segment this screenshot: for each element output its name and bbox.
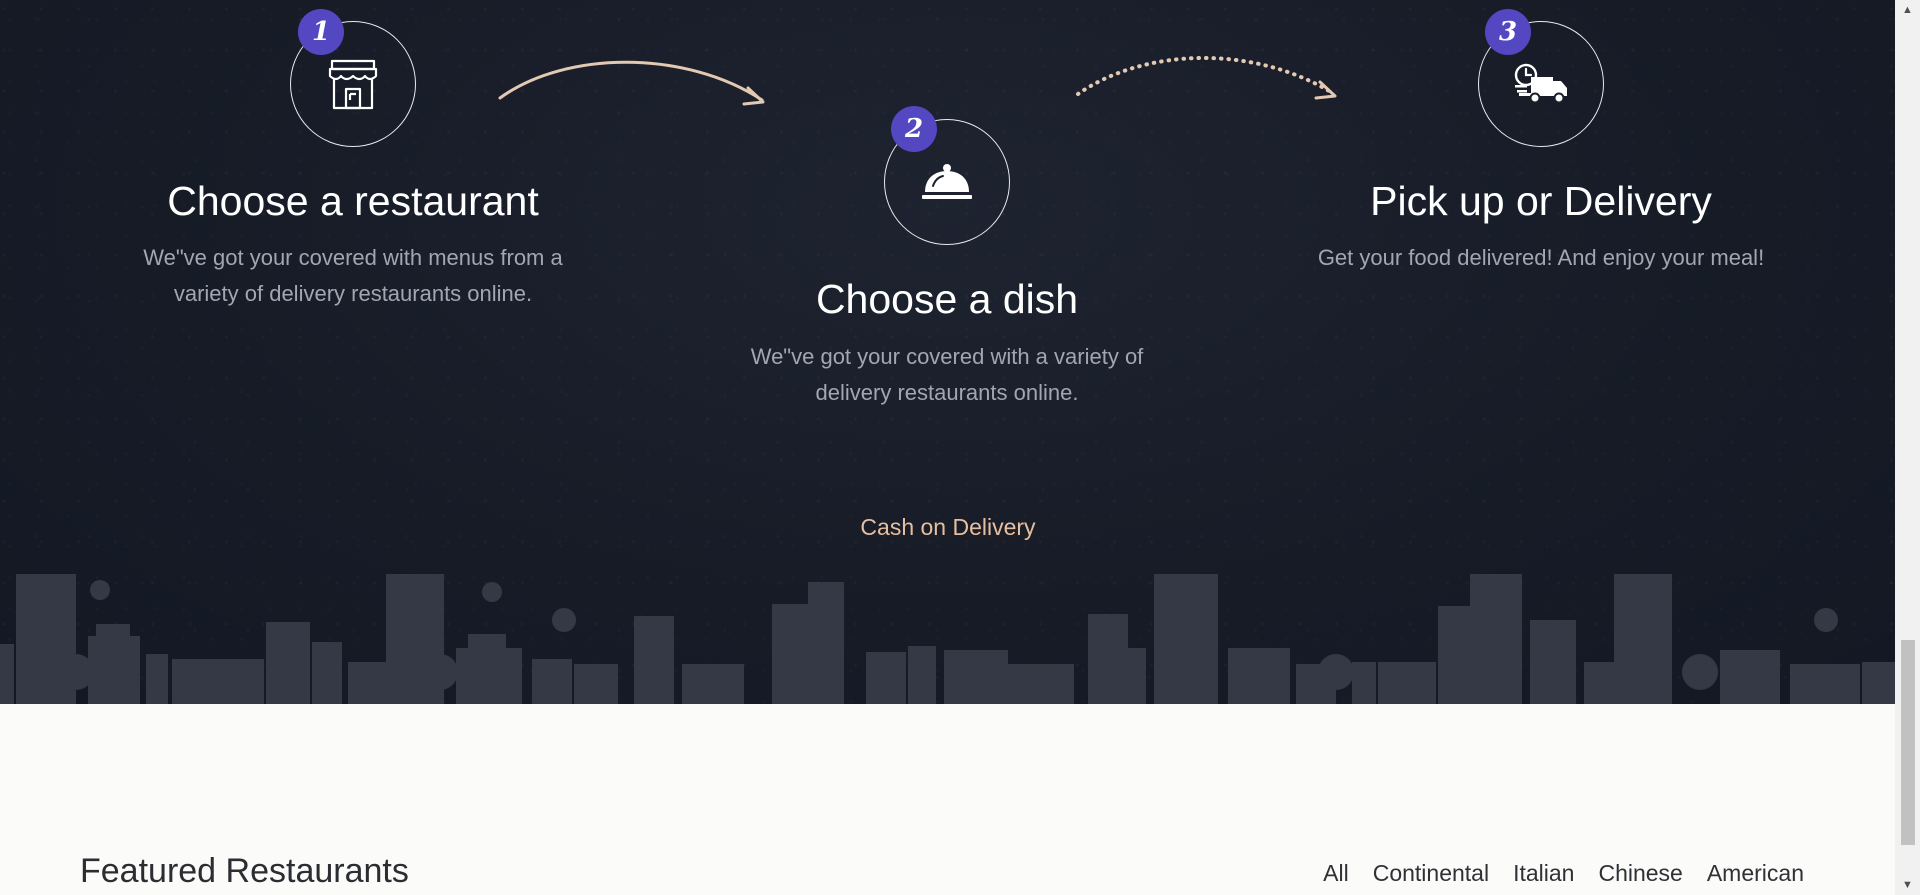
page: 1 Choose a restaurant We"ve got your cov… [0, 0, 1920, 895]
step-1-description: We"ve got your covered with menus from a… [113, 240, 593, 312]
step-1-badge: 1 [298, 9, 344, 55]
filter-all[interactable]: All [1323, 860, 1349, 887]
step-2-desc-line-2: delivery restaurants online. [815, 380, 1079, 405]
step-2-title: Choose a dish [815, 276, 1079, 322]
storefront-icon [328, 59, 378, 110]
curved-arrow-icon [498, 60, 765, 106]
step-2-badge: 2 [891, 106, 937, 152]
filter-american[interactable]: American [1707, 860, 1804, 887]
cash-on-delivery-link[interactable]: Cash on Delivery [860, 514, 1035, 541]
city-skyline-illustration [0, 574, 1895, 704]
step-1-desc-line-1: We"ve got your covered with menus from a [143, 245, 563, 270]
filter-chinese[interactable]: Chinese [1598, 860, 1682, 887]
restaurant-filter-tabs: All Continental Italian Chinese American [1323, 860, 1804, 887]
step-3-desc-line-1: Get your food delivered! And enjoy your … [1317, 245, 1765, 270]
step-2-description: We"ve got your covered with a variety of… [707, 339, 1187, 411]
cloche-icon [922, 164, 972, 199]
step-1-desc-line-2: variety of delivery restaurants online. [173, 281, 533, 306]
featured-restaurants-title: Featured Restaurants [80, 852, 409, 890]
how-it-works-section: 1 Choose a restaurant We"ve got your cov… [0, 0, 1895, 704]
step-1-title: Choose a restaurant [167, 178, 539, 224]
step-2-desc-line-1: We"ve got your covered with a variety of [750, 344, 1144, 369]
filter-italian[interactable]: Italian [1513, 860, 1574, 887]
scroll-down-arrow-icon[interactable]: ▼ [1895, 875, 1920, 895]
filter-continental[interactable]: Continental [1373, 860, 1489, 887]
vertical-scrollbar[interactable]: ▲ ▼ [1895, 0, 1920, 895]
dotted-arrow-icon [1076, 56, 1337, 100]
step-3-badge: 3 [1485, 9, 1531, 55]
step-3-title: Pick up or Delivery [1370, 178, 1712, 224]
delivery-truck-icon [1514, 63, 1567, 104]
step-3-description: Get your food delivered! And enjoy your … [1261, 240, 1821, 276]
scrollbar-thumb[interactable] [1901, 640, 1915, 845]
scroll-up-arrow-icon[interactable]: ▲ [1895, 0, 1920, 20]
